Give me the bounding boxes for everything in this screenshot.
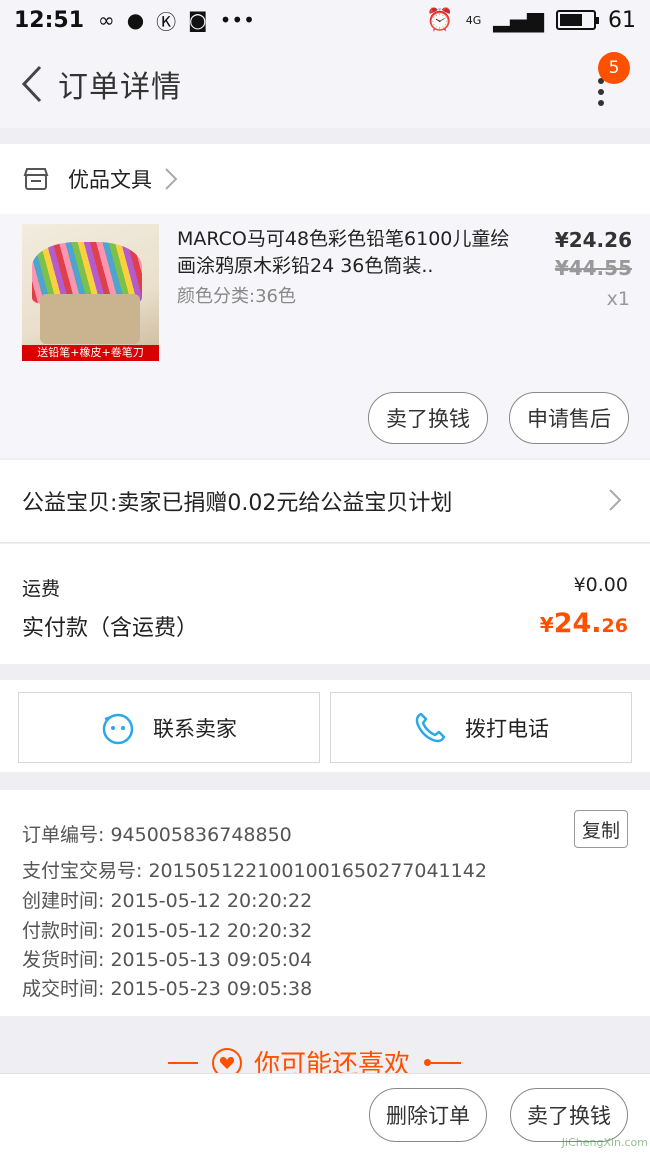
product-original-price: ¥44.55 bbox=[554, 256, 632, 280]
sell-for-cash-button[interactable]: 卖了换钱 bbox=[368, 392, 488, 444]
recommend-title: 你可能还喜欢 bbox=[254, 1050, 411, 1074]
call-phone-label: 拨打电话 bbox=[465, 716, 549, 741]
back-arrow-icon[interactable] bbox=[8, 54, 56, 114]
chat-face-icon bbox=[101, 711, 135, 745]
infinity-icon: ∞ bbox=[98, 8, 115, 32]
chevron-right-icon bbox=[165, 168, 178, 190]
call-phone-button[interactable]: 拨打电话 bbox=[330, 692, 632, 763]
hotspot-icon: ◙ bbox=[188, 8, 208, 32]
alipay-trade-number: 支付宝交易号: 2015051221001001650277041142 bbox=[22, 860, 487, 882]
more-notifications-icon: ••• bbox=[219, 8, 255, 32]
battery-level: 61 bbox=[608, 7, 636, 33]
heart-icon bbox=[212, 1047, 242, 1074]
nav-bar: 订单详情 5 bbox=[0, 40, 650, 128]
shipping-label: 运费 bbox=[22, 578, 61, 600]
more-menu-button[interactable]: 5 bbox=[584, 52, 630, 110]
order-info: 订单编号: 945005836748850 复制 支付宝交易号: 2015051… bbox=[0, 790, 650, 1016]
product-thumbnail[interactable]: 送铅笔+橡皮+卷笔刀 bbox=[22, 224, 159, 361]
paid-integer: 24. bbox=[553, 608, 602, 639]
chat-bubble-icon: ● bbox=[126, 8, 145, 32]
page-title: 订单详情 bbox=[58, 70, 182, 105]
phone-icon bbox=[413, 711, 447, 745]
charity-row[interactable]: 公益宝贝:卖家已捐赠0.02元给公益宝贝计划 bbox=[0, 460, 650, 543]
chevron-right-icon bbox=[609, 489, 622, 511]
more-vertical-icon bbox=[598, 78, 604, 106]
contact-seller-button[interactable]: 联系卖家 bbox=[18, 692, 320, 763]
shop-icon bbox=[23, 168, 49, 190]
product-sku: 颜色分类:36色 bbox=[177, 286, 296, 307]
signal-icon: ▂▄▆ bbox=[493, 7, 544, 33]
notification-badge: 5 bbox=[598, 52, 630, 84]
completed-time: 成交时间: 2015-05-23 09:05:38 bbox=[22, 978, 313, 1000]
copy-order-number-button[interactable]: 复制 bbox=[574, 810, 628, 848]
order-number: 订单编号: 945005836748850 bbox=[22, 824, 292, 846]
delete-order-button[interactable]: 删除订单 bbox=[369, 1088, 487, 1142]
status-bar: 12:51 ∞ ● Ⓚ ◙ ••• ⏰ 4G ▂▄▆ 61 bbox=[0, 0, 650, 40]
contact-seller-label: 联系卖家 bbox=[153, 716, 237, 741]
recommend-header: 你可能还喜欢 bbox=[0, 1018, 650, 1074]
paid-amount: ¥24.26 bbox=[540, 608, 628, 639]
battery-icon bbox=[556, 10, 599, 30]
paid-decimal: 26 bbox=[601, 615, 628, 637]
paid-currency: ¥ bbox=[539, 613, 554, 637]
shop-name: 优品文具 bbox=[68, 168, 152, 192]
shop-row[interactable]: 优品文具 bbox=[0, 144, 650, 214]
alarm-icon: ⏰ bbox=[426, 7, 454, 33]
cost-summary: 运费 ¥0.00 实付款（含运费） ¥24.26 bbox=[0, 544, 650, 664]
contact-section: 联系卖家 拨打电话 bbox=[0, 680, 650, 772]
created-time: 创建时间: 2015-05-12 20:20:22 bbox=[22, 890, 313, 912]
network-type: 4G bbox=[465, 13, 482, 27]
charity-text: 公益宝贝:卖家已捐赠0.02元给公益宝贝计划 bbox=[22, 491, 453, 516]
product-title: MARCO马可48色彩色铅笔6100儿童绘画涂鸦原木彩铅24 36色筒装.. bbox=[177, 228, 510, 277]
shipping-value: ¥0.00 bbox=[573, 574, 628, 596]
sell-for-cash-bottom-button[interactable]: 卖了换钱 bbox=[510, 1088, 628, 1142]
paid-time: 付款时间: 2015-05-12 20:20:32 bbox=[22, 920, 313, 942]
paid-label: 实付款（含运费） bbox=[22, 616, 199, 641]
shipped-time: 发货时间: 2015-05-13 09:05:04 bbox=[22, 949, 313, 971]
status-time: 12:51 bbox=[14, 7, 85, 33]
order-item[interactable]: 送铅笔+橡皮+卷笔刀 MARCO马可48色彩色铅笔6100儿童绘画涂鸦原木彩铅2… bbox=[0, 214, 650, 458]
product-price: ¥24.26 bbox=[554, 228, 632, 252]
watermark: JiChengXin.com bbox=[561, 1136, 648, 1149]
thumbnail-banner: 送铅笔+橡皮+卷笔刀 bbox=[22, 345, 159, 361]
apply-after-sale-button[interactable]: 申请售后 bbox=[509, 392, 629, 444]
bottom-action-bar: 删除订单 卖了换钱 JiChengXin.com bbox=[0, 1073, 650, 1155]
product-quantity: x1 bbox=[606, 288, 630, 310]
k-app-icon: Ⓚ bbox=[156, 9, 177, 34]
